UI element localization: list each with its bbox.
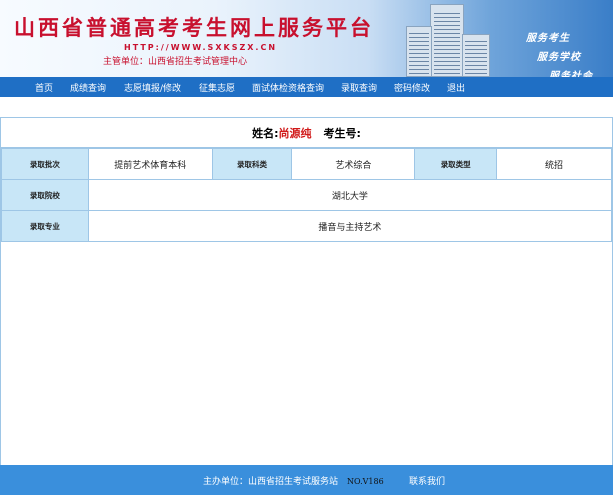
subject-label: 录取科类: [211, 148, 293, 180]
nav-score-query[interactable]: 成绩查询: [70, 81, 106, 94]
table-row: 录取院校 湖北大学: [1, 179, 613, 211]
site-title: 山西省普通高考考生网上服务平台: [14, 15, 374, 40]
college-label: 录取院校: [1, 179, 89, 211]
major-label: 录取专业: [1, 210, 89, 242]
nav-password-change[interactable]: 密码修改: [394, 81, 430, 94]
admission-table: 录取批次 提前艺术体育本科 录取科类 艺术综合 录取类型 统招 录取院校 湖北大…: [1, 148, 613, 242]
name-value: 尚源纯: [278, 126, 312, 140]
type-value: 统招: [496, 148, 612, 180]
nav-admission-query[interactable]: 录取查询: [341, 81, 377, 94]
name-label: 姓名:: [252, 126, 279, 140]
footer-host: 主办单位：山西省招生考试服务站: [203, 477, 339, 487]
header-banner: 山西省普通高考考生网上服务平台 HTTP://WWW.SXKSZX.CN 主管单…: [0, 0, 613, 77]
nav-interview-query[interactable]: 面试体检资格查询: [252, 81, 324, 94]
table-row: 录取专业 播音与主持艺术: [1, 210, 613, 242]
major-value: 播音与主持艺术: [87, 210, 613, 242]
college-value: 湖北大学: [87, 179, 613, 211]
main-nav: 首页 成绩查询 志愿填报/修改 征集志愿 面试体检资格查询 录取查询 密码修改 …: [0, 77, 613, 97]
footer-spacer: [0, 495, 613, 500]
subject-value: 艺术综合: [291, 148, 416, 180]
batch-label: 录取批次: [1, 148, 89, 180]
nav-spacer: [0, 97, 613, 117]
type-label: 录取类型: [414, 148, 498, 180]
nav-logout[interactable]: 退出: [447, 81, 465, 94]
building-image: [400, 4, 492, 77]
nav-home[interactable]: 首页: [35, 81, 53, 94]
nav-collect-volunteer[interactable]: 征集志愿: [199, 81, 235, 94]
table-row: 录取批次 提前艺术体育本科 录取科类 艺术综合 录取类型 统招: [1, 148, 612, 180]
nav-volunteer-fill[interactable]: 志愿填报/修改: [124, 81, 181, 94]
contact-us-link[interactable]: 联系我们: [409, 474, 445, 487]
page-footer: 主办单位：山西省招生考试服务站 NO.V186 联系我们: [0, 465, 613, 495]
footer-code: NO.V186: [347, 477, 384, 486]
student-info-row: 姓名: 尚源纯 考生号:: [1, 118, 612, 148]
slogan-serve-students: 服务考生: [526, 33, 570, 44]
exam-number-label: 考生号:: [323, 126, 361, 140]
slogan-serve-society: 服务社会: [549, 71, 593, 77]
admission-result-panel: 姓名: 尚源纯 考生号: 录取批次 提前艺术体育本科 录取科类 艺术综合 录取类…: [0, 117, 613, 465]
sponsor-text: 主管单位：山西省招生考试管理中心: [103, 57, 248, 67]
batch-value: 提前艺术体育本科: [87, 148, 213, 180]
slogan-serve-schools: 服务学校: [537, 52, 581, 63]
site-url: HTTP://WWW.SXKSZX.CN: [124, 43, 278, 52]
